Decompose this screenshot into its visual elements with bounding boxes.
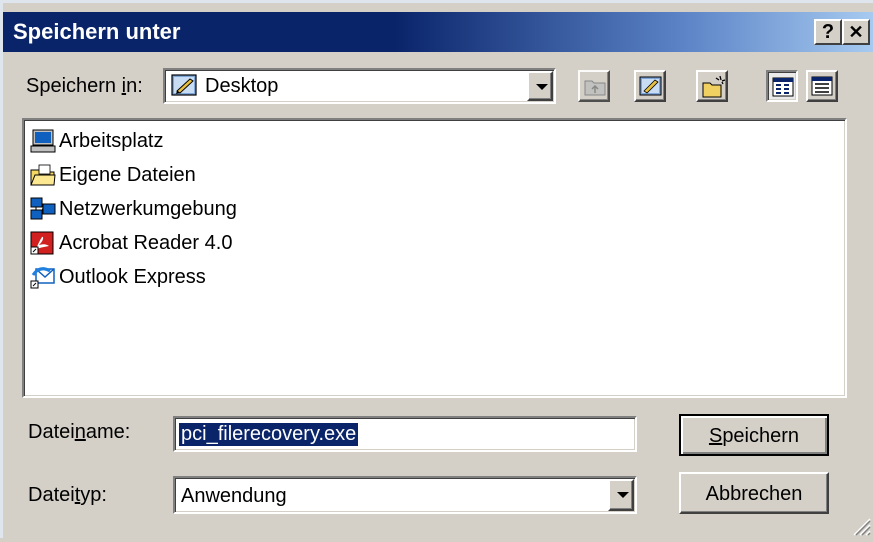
up-one-level-button[interactable] bbox=[578, 70, 610, 102]
save-button-accel: S bbox=[708, 425, 723, 447]
dialog-title: Speichern unter bbox=[13, 19, 181, 44]
filetype-label-post: yp: bbox=[80, 484, 107, 506]
filename-label-accel: n bbox=[74, 421, 86, 443]
list-item-acrobat-reader[interactable]: Acrobat Reader 4.0 bbox=[30, 228, 232, 258]
filename-input[interactable]: pci_filerecovery.exe bbox=[173, 416, 637, 452]
save-in-dropdown-button[interactable] bbox=[527, 71, 553, 101]
filetype-dropdown-button[interactable] bbox=[608, 479, 634, 511]
save-button[interactable]: Speichern bbox=[679, 414, 829, 456]
cancel-button-label: Abbrechen bbox=[705, 483, 803, 505]
desktop-button[interactable] bbox=[634, 70, 666, 102]
filetype-label: Dateityp: bbox=[28, 484, 107, 507]
filename-value: pci_filerecovery.exe bbox=[179, 423, 359, 446]
resize-grip[interactable] bbox=[849, 514, 871, 536]
filetype-combobox[interactable]: Anwendung bbox=[173, 476, 637, 514]
up-folder-icon bbox=[583, 75, 607, 103]
network-icon bbox=[30, 197, 56, 221]
list-view-icon bbox=[772, 77, 794, 103]
filetype-label-pre: Datei bbox=[28, 484, 75, 506]
file-name: Outlook Express bbox=[59, 265, 206, 288]
filename-label: Dateiname: bbox=[28, 421, 130, 444]
filename-label-post: ame: bbox=[85, 421, 131, 443]
desktop-icon bbox=[639, 75, 663, 105]
close-button[interactable]: ✕ bbox=[842, 19, 870, 45]
file-name: Netzwerkumgebung bbox=[59, 197, 237, 220]
file-name: Acrobat Reader 4.0 bbox=[59, 231, 233, 254]
save-in-value: Desktop bbox=[205, 75, 279, 97]
new-folder-icon bbox=[701, 74, 727, 106]
help-icon: ? bbox=[821, 21, 835, 43]
list-item-netzwerkumgebung[interactable]: Netzwerkumgebung bbox=[30, 194, 237, 224]
save-in-label-pre: Speichern bbox=[26, 75, 122, 97]
list-view-button[interactable] bbox=[766, 70, 798, 102]
help-button[interactable]: ? bbox=[814, 19, 842, 45]
filetype-value: Anwendung bbox=[181, 485, 287, 507]
file-list[interactable]: Arbeitsplatz Eigene Dateien Netzwerkumge… bbox=[22, 118, 847, 398]
file-name: Eigene Dateien bbox=[59, 163, 196, 186]
list-item-outlook-express[interactable]: Outlook Express bbox=[30, 262, 206, 292]
save-in-label-post: n: bbox=[126, 75, 143, 97]
filename-label-pre: Datei bbox=[28, 421, 75, 443]
computer-icon bbox=[30, 129, 56, 153]
outlook-icon bbox=[30, 265, 56, 289]
list-item-arbeitsplatz[interactable]: Arbeitsplatz bbox=[30, 126, 164, 156]
list-item-eigene-dateien[interactable]: Eigene Dateien bbox=[30, 160, 196, 190]
acrobat-icon bbox=[30, 231, 56, 255]
cancel-button[interactable]: Abbrechen bbox=[679, 472, 829, 514]
folder-icon bbox=[30, 163, 56, 187]
desktop-icon bbox=[171, 73, 199, 99]
save-button-label: Speichern bbox=[681, 425, 827, 448]
save-in-combobox[interactable]: Desktop bbox=[163, 68, 556, 104]
file-name: Arbeitsplatz bbox=[59, 129, 164, 152]
details-view-icon bbox=[811, 76, 833, 102]
save-in-label: Speichern in: bbox=[26, 75, 143, 98]
new-folder-button[interactable] bbox=[696, 70, 728, 102]
save-button-text: peichern bbox=[722, 425, 800, 447]
close-icon: ✕ bbox=[848, 22, 864, 42]
title-bar[interactable]: Speichern unter ? ✕ bbox=[3, 12, 873, 52]
details-view-button[interactable] bbox=[806, 70, 838, 102]
